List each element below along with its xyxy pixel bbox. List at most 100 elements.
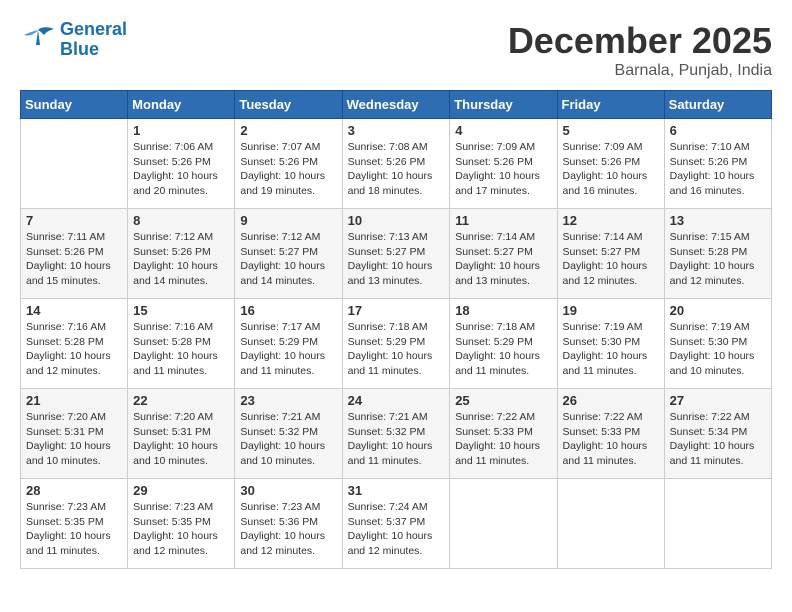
day-number: 7 [26, 213, 122, 228]
day-info: Sunrise: 7:24 AM Sunset: 5:37 PM Dayligh… [348, 500, 445, 559]
day-info: Sunrise: 7:07 AM Sunset: 5:26 PM Dayligh… [240, 140, 336, 199]
logo-text: General Blue [60, 20, 127, 60]
calendar-cell [664, 479, 771, 569]
day-number: 26 [563, 393, 659, 408]
calendar-cell: 9 Sunrise: 7:12 AM Sunset: 5:27 PM Daylig… [235, 209, 342, 299]
day-info: Sunrise: 7:16 AM Sunset: 5:28 PM Dayligh… [133, 320, 229, 379]
calendar-cell: 1 Sunrise: 7:06 AM Sunset: 5:26 PM Daylig… [128, 119, 235, 209]
calendar-cell: 6 Sunrise: 7:10 AM Sunset: 5:26 PM Daylig… [664, 119, 771, 209]
day-number: 24 [348, 393, 445, 408]
day-number: 1 [133, 123, 229, 138]
day-number: 12 [563, 213, 659, 228]
day-number: 25 [455, 393, 551, 408]
logo-icon [20, 25, 56, 55]
calendar-cell: 21 Sunrise: 7:20 AM Sunset: 5:31 PM Dayli… [21, 389, 128, 479]
title-block: December 2025 Barnala, Punjab, India [508, 20, 772, 80]
calendar-cell: 12 Sunrise: 7:14 AM Sunset: 5:27 PM Dayli… [557, 209, 664, 299]
day-number: 11 [455, 213, 551, 228]
day-info: Sunrise: 7:06 AM Sunset: 5:26 PM Dayligh… [133, 140, 229, 199]
calendar-cell [450, 479, 557, 569]
calendar-day-header: Wednesday [342, 91, 450, 119]
day-number: 21 [26, 393, 122, 408]
day-info: Sunrise: 7:23 AM Sunset: 5:35 PM Dayligh… [133, 500, 229, 559]
calendar-cell: 8Sunrise: 7:12 AM Sunset: 5:26 PM Daylig… [128, 209, 235, 299]
day-info: Sunrise: 7:16 AM Sunset: 5:28 PM Dayligh… [26, 320, 122, 379]
calendar-cell: 31 Sunrise: 7:24 AM Sunset: 5:37 PM Dayli… [342, 479, 450, 569]
calendar-cell [557, 479, 664, 569]
calendar-week-row: 14Sunrise: 7:16 AM Sunset: 5:28 PM Dayli… [21, 299, 772, 389]
calendar-cell: 10 Sunrise: 7:13 AM Sunset: 5:27 PM Dayli… [342, 209, 450, 299]
day-info: Sunrise: 7:08 AM Sunset: 5:26 PM Dayligh… [348, 140, 445, 199]
calendar-cell: 22Sunrise: 7:20 AM Sunset: 5:31 PM Dayli… [128, 389, 235, 479]
day-number: 2 [240, 123, 336, 138]
calendar-cell: 4 Sunrise: 7:09 AM Sunset: 5:26 PM Daylig… [450, 119, 557, 209]
calendar-cell: 13 Sunrise: 7:15 AM Sunset: 5:28 PM Dayli… [664, 209, 771, 299]
day-number: 9 [240, 213, 336, 228]
month-title: December 2025 [508, 20, 772, 62]
calendar-week-row: 7Sunrise: 7:11 AM Sunset: 5:26 PM Daylig… [21, 209, 772, 299]
page-header: General Blue December 2025 Barnala, Punj… [20, 20, 772, 80]
day-number: 19 [563, 303, 659, 318]
day-number: 15 [133, 303, 229, 318]
day-info: Sunrise: 7:23 AM Sunset: 5:35 PM Dayligh… [26, 500, 122, 559]
day-number: 31 [348, 483, 445, 498]
calendar-cell: 16 Sunrise: 7:17 AM Sunset: 5:29 PM Dayli… [235, 299, 342, 389]
calendar-cell: 26 Sunrise: 7:22 AM Sunset: 5:33 PM Dayli… [557, 389, 664, 479]
day-info: Sunrise: 7:19 AM Sunset: 5:30 PM Dayligh… [670, 320, 766, 379]
day-number: 18 [455, 303, 551, 318]
calendar-cell: 30Sunrise: 7:23 AM Sunset: 5:36 PM Dayli… [235, 479, 342, 569]
calendar-cell: 11Sunrise: 7:14 AM Sunset: 5:27 PM Dayli… [450, 209, 557, 299]
day-info: Sunrise: 7:20 AM Sunset: 5:31 PM Dayligh… [133, 410, 229, 469]
day-number: 4 [455, 123, 551, 138]
calendar-cell: 3 Sunrise: 7:08 AM Sunset: 5:26 PM Daylig… [342, 119, 450, 209]
calendar-cell: 2 Sunrise: 7:07 AM Sunset: 5:26 PM Daylig… [235, 119, 342, 209]
day-info: Sunrise: 7:10 AM Sunset: 5:26 PM Dayligh… [670, 140, 766, 199]
day-number: 20 [670, 303, 766, 318]
day-info: Sunrise: 7:12 AM Sunset: 5:27 PM Dayligh… [240, 230, 336, 289]
day-number: 5 [563, 123, 659, 138]
calendar-day-header: Saturday [664, 91, 771, 119]
day-info: Sunrise: 7:22 AM Sunset: 5:34 PM Dayligh… [670, 410, 766, 469]
calendar-cell [21, 119, 128, 209]
day-info: Sunrise: 7:22 AM Sunset: 5:33 PM Dayligh… [455, 410, 551, 469]
calendar-week-row: 1 Sunrise: 7:06 AM Sunset: 5:26 PM Daylig… [21, 119, 772, 209]
day-info: Sunrise: 7:21 AM Sunset: 5:32 PM Dayligh… [348, 410, 445, 469]
calendar-cell: 23Sunrise: 7:21 AM Sunset: 5:32 PM Dayli… [235, 389, 342, 479]
calendar-cell: 15 Sunrise: 7:16 AM Sunset: 5:28 PM Dayli… [128, 299, 235, 389]
day-number: 23 [240, 393, 336, 408]
day-number: 6 [670, 123, 766, 138]
calendar-cell: 20 Sunrise: 7:19 AM Sunset: 5:30 PM Dayli… [664, 299, 771, 389]
day-info: Sunrise: 7:18 AM Sunset: 5:29 PM Dayligh… [455, 320, 551, 379]
calendar-cell: 25 Sunrise: 7:22 AM Sunset: 5:33 PM Dayli… [450, 389, 557, 479]
day-number: 3 [348, 123, 445, 138]
calendar-cell: 14Sunrise: 7:16 AM Sunset: 5:28 PM Dayli… [21, 299, 128, 389]
day-info: Sunrise: 7:09 AM Sunset: 5:26 PM Dayligh… [563, 140, 659, 199]
day-info: Sunrise: 7:20 AM Sunset: 5:31 PM Dayligh… [26, 410, 122, 469]
calendar-cell: 18 Sunrise: 7:18 AM Sunset: 5:29 PM Dayli… [450, 299, 557, 389]
calendar-cell: 29 Sunrise: 7:23 AM Sunset: 5:35 PM Dayli… [128, 479, 235, 569]
day-info: Sunrise: 7:18 AM Sunset: 5:29 PM Dayligh… [348, 320, 445, 379]
calendar-day-header: Thursday [450, 91, 557, 119]
calendar-day-header: Monday [128, 91, 235, 119]
day-info: Sunrise: 7:17 AM Sunset: 5:29 PM Dayligh… [240, 320, 336, 379]
day-number: 10 [348, 213, 445, 228]
calendar-day-header: Friday [557, 91, 664, 119]
day-number: 29 [133, 483, 229, 498]
day-number: 28 [26, 483, 122, 498]
day-info: Sunrise: 7:15 AM Sunset: 5:28 PM Dayligh… [670, 230, 766, 289]
calendar-week-row: 21 Sunrise: 7:20 AM Sunset: 5:31 PM Dayli… [21, 389, 772, 479]
day-info: Sunrise: 7:09 AM Sunset: 5:26 PM Dayligh… [455, 140, 551, 199]
calendar-week-row: 28 Sunrise: 7:23 AM Sunset: 5:35 PM Dayli… [21, 479, 772, 569]
calendar-cell: 19Sunrise: 7:19 AM Sunset: 5:30 PM Dayli… [557, 299, 664, 389]
day-number: 30 [240, 483, 336, 498]
day-info: Sunrise: 7:14 AM Sunset: 5:27 PM Dayligh… [563, 230, 659, 289]
day-number: 13 [670, 213, 766, 228]
day-info: Sunrise: 7:22 AM Sunset: 5:33 PM Dayligh… [563, 410, 659, 469]
day-info: Sunrise: 7:12 AM Sunset: 5:26 PM Dayligh… [133, 230, 229, 289]
calendar-table: SundayMondayTuesdayWednesdayThursdayFrid… [20, 90, 772, 569]
calendar-header-row: SundayMondayTuesdayWednesdayThursdayFrid… [21, 91, 772, 119]
calendar-cell: 17Sunrise: 7:18 AM Sunset: 5:29 PM Dayli… [342, 299, 450, 389]
day-info: Sunrise: 7:13 AM Sunset: 5:27 PM Dayligh… [348, 230, 445, 289]
calendar-cell: 24 Sunrise: 7:21 AM Sunset: 5:32 PM Dayli… [342, 389, 450, 479]
day-number: 16 [240, 303, 336, 318]
